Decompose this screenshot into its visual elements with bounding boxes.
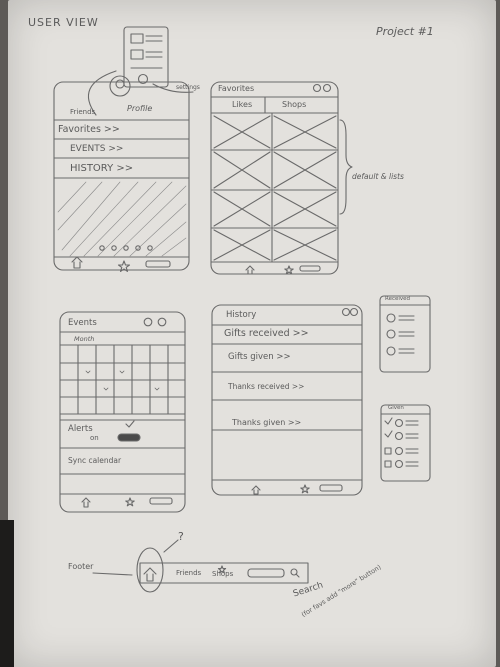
calendar-month: Month — [74, 335, 95, 343]
search-box — [320, 485, 342, 491]
default-list-brace — [340, 120, 352, 214]
settings-callout: settings — [176, 84, 200, 91]
home-icon — [72, 257, 82, 268]
friends-label: Friends — [70, 108, 96, 116]
search-box — [300, 266, 320, 271]
search-box — [150, 498, 172, 504]
home-icon — [252, 486, 260, 494]
settings-icon — [324, 85, 331, 92]
alerts-toggle — [118, 434, 140, 441]
gear-icon — [343, 309, 350, 316]
settings-icon — [351, 309, 358, 316]
favorites-grid — [211, 113, 338, 262]
question-arrow — [164, 540, 178, 552]
shaded-content-area — [58, 182, 186, 256]
search-box — [248, 569, 284, 577]
history-gifts-given[interactable]: Gifts given >> — [228, 352, 291, 362]
check-icon — [126, 421, 134, 427]
calendar-grid — [60, 345, 185, 414]
sketch-stage: USER VIEW Project #1 Friends Profile Fav… — [0, 0, 500, 667]
history-thanks-received[interactable]: Thanks received >> — [228, 382, 304, 391]
star-icon — [285, 266, 293, 274]
search-box — [146, 261, 170, 267]
settings-popup-card — [124, 27, 168, 87]
history-thanks-given[interactable]: Thanks given >> — [232, 418, 301, 427]
menu-events[interactable]: EVENTS >> — [70, 144, 123, 154]
tab-shops[interactable]: Shops — [282, 100, 306, 109]
gear-icon — [144, 318, 152, 326]
widget-given-title: Given — [388, 405, 404, 411]
alerts-label: Alerts — [68, 424, 93, 434]
footer-label: Footer — [68, 562, 94, 571]
widget-given — [381, 405, 430, 481]
star-icon — [301, 485, 309, 493]
history-gifts-received[interactable]: Gifts received >> — [224, 328, 309, 339]
tab-likes[interactable]: Likes — [232, 100, 252, 109]
profile-label: Profile — [127, 104, 153, 113]
footer-shops[interactable]: Shops — [212, 570, 233, 578]
footer-friends[interactable]: Friends — [176, 569, 201, 577]
favorites-title: Favorites — [218, 84, 255, 93]
star-icon — [126, 498, 134, 506]
settings-icon — [158, 318, 166, 326]
gear-icon — [314, 85, 321, 92]
widget-received-title: Received — [385, 296, 411, 302]
home-circle-highlight — [137, 548, 163, 592]
footer-pointer-line — [93, 573, 132, 575]
sync-calendar-label[interactable]: Sync calendar — [68, 456, 121, 465]
alerts-state: on — [90, 434, 99, 442]
history-title: History — [226, 310, 257, 320]
footer-bar-sketch — [93, 540, 308, 592]
default-list-callout: default & lists — [352, 172, 404, 181]
phone-favorites-view — [211, 82, 352, 274]
menu-history[interactable]: HISTORY >> — [70, 163, 133, 174]
footer-question-mark: ? — [178, 530, 184, 543]
menu-favorites[interactable]: Favorites >> — [58, 124, 120, 135]
avatar-icon — [110, 76, 130, 96]
widget-received — [380, 296, 430, 372]
home-icon — [144, 568, 156, 581]
events-title: Events — [68, 318, 97, 328]
project-label: Project #1 — [376, 25, 434, 38]
page-title: USER VIEW — [28, 16, 99, 29]
home-icon — [82, 498, 90, 507]
home-icon — [246, 266, 254, 274]
